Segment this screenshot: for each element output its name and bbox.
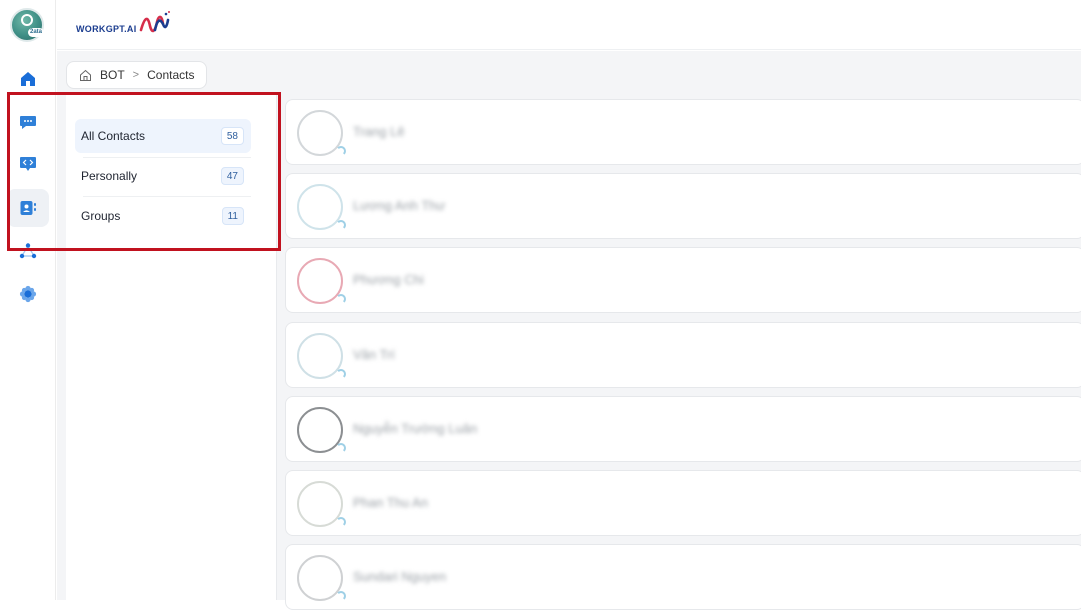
nav-chat-button[interactable]: [7, 103, 49, 141]
filter-groups[interactable]: Groups 11: [75, 199, 251, 233]
nav-settings-button[interactable]: [7, 275, 49, 313]
chat-bubble-icon: [18, 112, 38, 132]
home-icon: [18, 69, 38, 89]
filter-all-contacts[interactable]: All Contacts 58: [75, 119, 251, 153]
nav-contacts-button[interactable]: [7, 189, 49, 227]
app-logo[interactable]: 2ata: [10, 8, 44, 42]
contact-name: Phương Chi: [353, 272, 424, 287]
avatar: [297, 184, 343, 230]
contact-name: Phan Thu An: [353, 495, 428, 510]
gear-icon: [18, 284, 38, 304]
home-outline-icon[interactable]: [79, 69, 92, 82]
breadcrumb-separator-icon: >: [133, 69, 139, 81]
filter-label: All Contacts: [81, 129, 145, 143]
nav-network-button[interactable]: [7, 232, 49, 270]
wave-logo-icon: [139, 10, 171, 36]
contact-row[interactable]: Sundari Nguyen: [285, 544, 1081, 610]
divider: [83, 157, 251, 158]
contact-name: Nguyễn Trường Luân: [353, 421, 477, 436]
breadcrumb: BOT > Contacts: [66, 61, 207, 89]
avatar: [297, 407, 343, 453]
filter-personally[interactable]: Personally 47: [75, 159, 251, 193]
main-workspace: BOT > Contacts All Contacts 58 Personall…: [57, 51, 1081, 600]
filter-label: Personally: [81, 169, 137, 183]
count-badge: 47: [221, 167, 244, 185]
sidebar-rail: 2ata: [0, 0, 56, 600]
count-badge: 11: [222, 207, 244, 225]
contact-row[interactable]: Nguyễn Trường Luân: [285, 396, 1081, 462]
avatar: [297, 333, 343, 379]
contact-name: Trang Lê: [353, 124, 405, 139]
contact-name: Sundari Nguyen: [353, 569, 446, 584]
divider: [83, 196, 251, 197]
avatar: [297, 258, 343, 304]
nav-code-button[interactable]: [7, 145, 49, 183]
contact-card-icon: [18, 198, 38, 218]
top-header: WORKGPT.AI: [57, 0, 1081, 50]
nav-home-button[interactable]: [7, 60, 49, 98]
logo-badge: 2ata: [28, 28, 44, 37]
code-bubble-icon: [18, 154, 38, 174]
avatar: [297, 481, 343, 527]
breadcrumb-item-bot[interactable]: BOT: [100, 68, 125, 82]
contact-row[interactable]: Phương Chi: [285, 247, 1081, 313]
network-nodes-icon: [18, 241, 38, 261]
avatar: [297, 555, 343, 601]
contact-row[interactable]: Trang Lê: [285, 99, 1081, 165]
filter-label: Groups: [81, 209, 120, 223]
contact-row[interactable]: Phan Thu An: [285, 470, 1081, 536]
breadcrumb-item-contacts: Contacts: [147, 68, 194, 82]
brand-text: WORKGPT.AI: [76, 24, 137, 34]
contact-row[interactable]: Văn Trí: [285, 322, 1081, 388]
brand-logo[interactable]: WORKGPT.AI: [76, 10, 171, 36]
avatar: [297, 110, 343, 156]
contact-row[interactable]: Lương Anh Thư: [285, 173, 1081, 239]
contact-name: Lương Anh Thư: [353, 198, 445, 213]
logo-mark: [21, 14, 33, 26]
count-badge: 58: [221, 127, 244, 145]
contact-name: Văn Trí: [353, 347, 395, 362]
